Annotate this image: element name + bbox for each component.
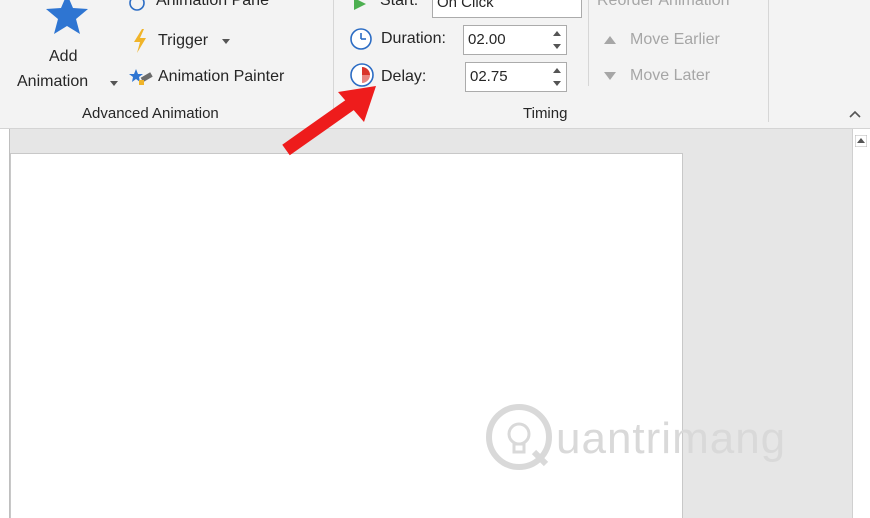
spinner-arrows-icon[interactable] — [552, 66, 562, 88]
advanced-animation-group-label: Advanced Animation — [82, 105, 219, 122]
red-arrow-annotation — [282, 86, 376, 156]
animation-pane-icon — [129, 0, 145, 11]
move-later-label: Move Later — [630, 67, 711, 84]
move-earlier-button[interactable]: Move Earlier — [604, 30, 754, 52]
spinner-arrows-icon[interactable] — [552, 29, 562, 51]
animation-painter-icon — [129, 69, 153, 85]
lightning-icon — [134, 29, 146, 53]
animation-pane-button[interactable]: Animation Pane — [124, 0, 324, 12]
delay-value: 02.75 — [470, 68, 508, 85]
duration-value: 02.00 — [468, 31, 506, 48]
star-icon — [46, 0, 88, 34]
move-later-button[interactable]: Move Later — [604, 66, 754, 88]
add-animation-button[interactable]: Add Animation — [14, 0, 120, 100]
watermark-text: uantrimang — [556, 414, 787, 463]
lightbulb-logo-icon — [486, 404, 552, 470]
chevron-down-icon — [110, 81, 118, 86]
duration-row: Duration: 02.00 — [349, 25, 571, 59]
animation-painter-label: Animation Painter — [158, 68, 285, 85]
duration-label: Duration: — [381, 30, 446, 47]
watermark: uantrimang — [484, 402, 844, 472]
start-value: On Click — [437, 0, 494, 11]
group-separator — [588, 0, 589, 86]
start-select[interactable]: On Click — [432, 0, 582, 18]
add-animation-label-1: Add — [49, 48, 78, 65]
play-icon — [354, 0, 366, 10]
scroll-up-icon[interactable] — [855, 135, 867, 147]
start-label: Start: — [380, 0, 419, 9]
add-animation-label-2: Animation — [17, 73, 89, 90]
animation-pane-label: Animation Pane — [156, 0, 269, 9]
reorder-animation-label: Reorder Animation — [597, 0, 730, 9]
delay-spinner[interactable]: 02.75 — [465, 62, 567, 92]
triangle-down-icon — [604, 72, 616, 80]
move-earlier-label: Move Earlier — [630, 31, 720, 48]
chevron-up-icon[interactable] — [848, 109, 862, 119]
slide-thumbnail-pane — [0, 129, 10, 518]
triangle-up-icon — [604, 36, 616, 44]
group-separator — [768, 0, 769, 122]
delay-label: Delay: — [381, 68, 427, 85]
clock-icon — [350, 28, 372, 50]
trigger-label: Trigger — [158, 32, 209, 49]
timing-group-label: Timing — [523, 105, 568, 122]
chevron-down-icon — [222, 39, 230, 44]
start-row: Start: On Click — [352, 0, 582, 20]
duration-spinner[interactable]: 02.00 — [463, 25, 567, 55]
trigger-button[interactable]: Trigger — [130, 29, 240, 53]
vertical-scrollbar[interactable] — [852, 129, 870, 518]
